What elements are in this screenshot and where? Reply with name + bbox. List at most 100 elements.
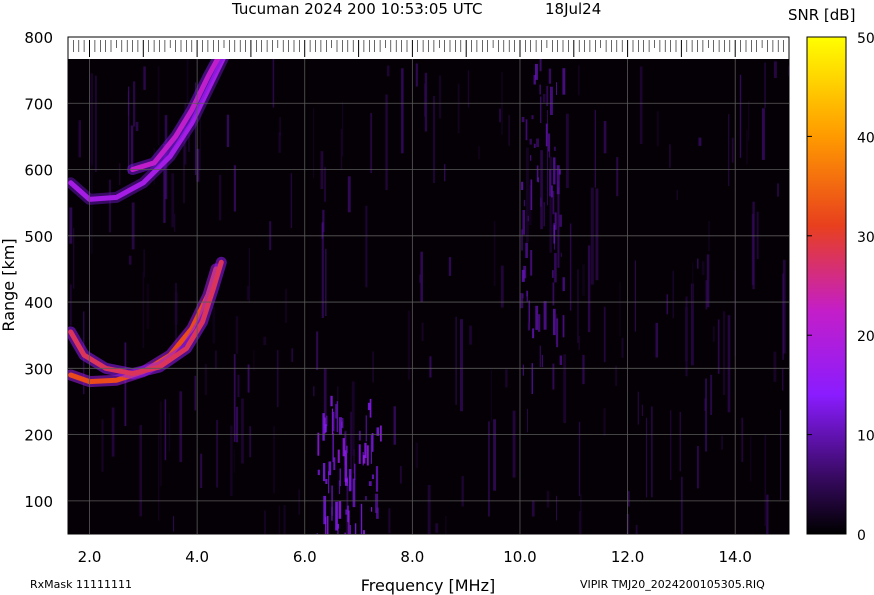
diffuse-echo-mark	[556, 318, 559, 348]
diffuse-echo-mark	[553, 225, 556, 244]
diffuse-echo-mark	[322, 413, 325, 441]
colorbar-tick-label: 40	[857, 130, 874, 146]
diffuse-echo-mark	[370, 435, 372, 464]
noise-streak	[461, 476, 464, 507]
noise-streak	[130, 125, 134, 168]
diffuse-echo-mark	[552, 270, 554, 278]
noise-streak	[705, 378, 707, 452]
diffuse-echo-mark	[354, 463, 356, 480]
noise-streak	[756, 211, 759, 260]
noise-streak	[325, 248, 327, 316]
x-tick-label: 6.0	[293, 548, 317, 566]
diffuse-echo-mark	[380, 425, 382, 442]
noise-streak	[194, 375, 197, 411]
noise-streak	[655, 322, 658, 358]
diffuse-echo-mark	[548, 68, 552, 84]
colorbar-tick-label: 50	[857, 31, 874, 47]
diffuse-echo-mark	[559, 355, 562, 365]
noise-streak	[283, 505, 286, 534]
diffuse-echo-mark	[554, 253, 557, 283]
noise-streak	[751, 213, 755, 285]
y-tick-label: 400	[24, 294, 53, 312]
diffuse-echo-mark	[526, 290, 528, 297]
diffuse-echo-mark	[362, 455, 366, 464]
noise-streak	[159, 401, 162, 486]
noise-streak	[233, 354, 236, 442]
diffuse-echo-mark	[371, 507, 373, 512]
noise-streak	[717, 319, 720, 374]
colorbar-tick-label: 20	[857, 329, 874, 345]
noise-streak	[676, 190, 678, 200]
noise-streak	[263, 336, 267, 346]
noise-streak	[697, 258, 699, 269]
diffuse-echo-mark	[348, 510, 350, 534]
noise-streak	[429, 356, 432, 378]
diffuse-echo-mark	[363, 530, 365, 534]
diffuse-echo-mark	[548, 133, 551, 158]
noise-streak	[469, 325, 472, 345]
noise-streak	[372, 351, 374, 383]
y-axis: 100 200 300 400 500 600 700 800	[24, 29, 53, 511]
noise-streak	[226, 114, 230, 147]
diffuse-echo-mark	[539, 84, 541, 95]
rxmask-label: RxMask 11111111	[30, 578, 132, 591]
x-axis-label: Frequency [MHz]	[361, 576, 495, 595]
diffuse-echo-mark	[360, 503, 363, 534]
noise-streak	[672, 270, 674, 319]
noise-streak	[212, 307, 216, 344]
noise-streak	[174, 213, 176, 232]
diffuse-echo-mark	[531, 363, 533, 394]
noise-streak	[133, 81, 136, 127]
diffuse-echo-mark	[337, 523, 339, 529]
diffuse-echo-mark	[335, 404, 337, 419]
diffuse-echo-mark	[365, 496, 367, 501]
noise-streak	[128, 86, 130, 174]
diffuse-echo-mark	[365, 415, 367, 442]
noise-streak	[455, 316, 457, 405]
diffuse-echo-mark	[349, 525, 351, 534]
colorbar-label: SNR [dB]	[788, 6, 855, 24]
diffuse-echo-mark	[552, 363, 555, 390]
diffuse-echo-mark	[559, 214, 562, 227]
noise-streak	[766, 494, 769, 534]
diffuse-echo-mark	[522, 293, 524, 299]
noise-streak	[393, 406, 396, 445]
noise-streak	[253, 350, 255, 371]
diffuse-echo-mark	[328, 461, 332, 476]
noise-streak	[69, 207, 73, 244]
noise-streak	[782, 259, 786, 354]
noise-streak	[365, 205, 368, 288]
noise-streak	[505, 369, 508, 388]
noise-streak	[90, 73, 93, 166]
diffuse-echo-mark	[376, 507, 379, 519]
noise-streak	[499, 108, 501, 123]
noise-streak	[728, 114, 730, 186]
noise-streak	[424, 72, 428, 132]
x-axis: 2.0 4.0 6.0 8.0 10.0 12.0 14.0	[78, 548, 752, 566]
noise-streak	[556, 495, 557, 521]
noise-streak	[698, 137, 702, 146]
diffuse-echo-mark	[536, 138, 539, 148]
diffuse-echo-mark	[525, 119, 528, 141]
noise-streak	[386, 65, 390, 77]
noise-streak	[741, 417, 744, 462]
noise-streak	[370, 113, 373, 174]
diffuse-echo-mark	[535, 305, 539, 330]
noise-streak	[164, 399, 167, 461]
diffuse-echo-mark	[537, 177, 539, 183]
diffuse-echo-mark	[330, 395, 333, 407]
noise-streak	[701, 261, 705, 276]
noise-streak	[273, 426, 276, 494]
noise-streak	[168, 412, 171, 452]
noise-streak	[467, 70, 470, 108]
noise-streak	[627, 491, 630, 507]
noise-streak	[124, 342, 127, 426]
noise-streak	[298, 489, 300, 515]
diffuse-echo-mark	[341, 418, 344, 429]
noise-streak	[603, 408, 606, 436]
noise-streak	[313, 108, 315, 179]
diffuse-echo-mark	[533, 143, 536, 148]
colorbar-tick-label: 0	[857, 528, 866, 544]
y-tick-label: 100	[24, 493, 53, 511]
noise-streak	[90, 163, 93, 254]
